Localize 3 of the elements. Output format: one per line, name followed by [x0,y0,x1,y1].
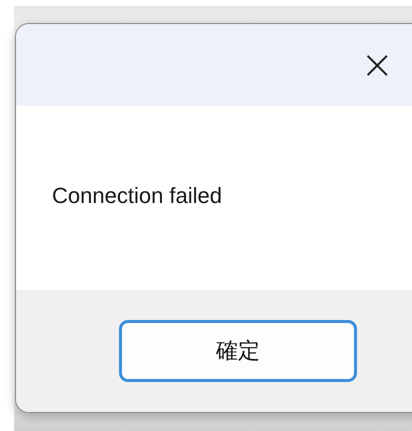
error-message: Connection failed [52,183,222,209]
close-button[interactable]: × [356,45,398,85]
ok-button[interactable]: 確定 [119,320,357,382]
